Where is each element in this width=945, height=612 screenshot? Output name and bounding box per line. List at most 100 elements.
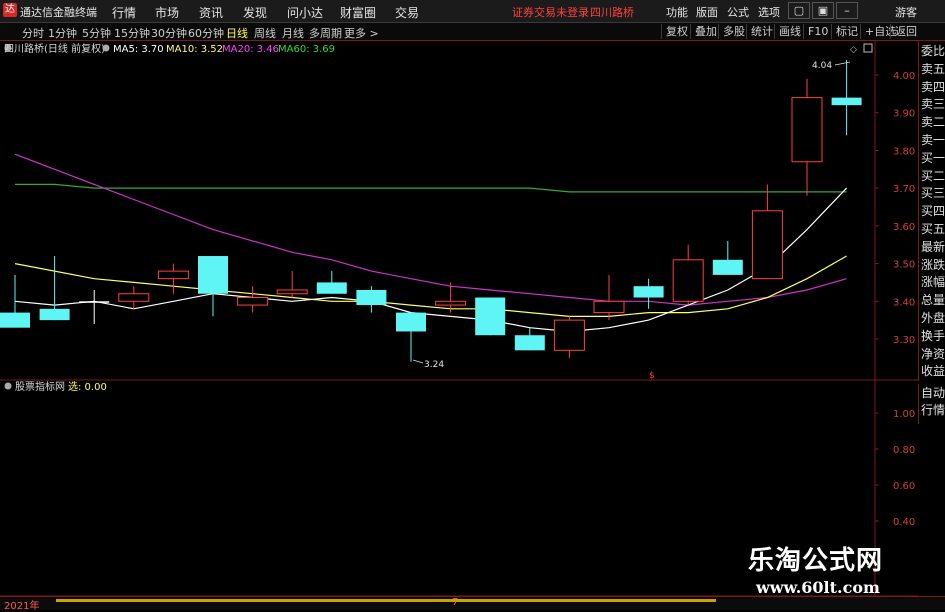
candle-body [593,300,625,314]
candle-body [157,270,189,280]
candle [356,286,387,313]
price-tick-label: 3.80 [893,146,915,157]
menu-formula[interactable]: 公式 [727,4,749,20]
candle-body [237,297,269,306]
menu-market[interactable]: 市场 [155,4,179,21]
period-intraday[interactable]: 分时 [22,25,44,41]
menu-quotes[interactable]: 行情 [112,4,136,21]
candle [633,278,664,309]
menu-functions[interactable]: 功能 [666,4,688,20]
ma-legend: MA5: 3.70 MA10: 3.52 MA20: 3.46 MA60: 3.… [102,44,335,55]
watermark-title: 乐淘公式网 [748,546,884,576]
period-multi[interactable]: 多周期 [309,25,342,41]
candle [475,297,506,336]
period-daily[interactable]: 日线 [226,25,248,41]
menu-news[interactable]: 资讯 [199,4,223,21]
login-status[interactable]: 证券交易未登录 [512,4,589,20]
menu-layout[interactable]: 版面 [696,4,718,20]
menu-ask[interactable]: 问小达 [287,4,323,21]
candle-body [831,97,862,106]
candle-body [0,312,30,328]
candle [593,274,625,321]
low-price-label: 3.24 [424,360,444,370]
period-60min[interactable]: 60分钟 [188,25,224,41]
indicator-axis: 1.00 0.80 0.60 0.40 [875,409,915,528]
kline-chart[interactable]: 四川路桥(日线 前复权) MA5: 3.70 MA10: 3.52 MA20: … [0,41,945,609]
candle-body [514,335,545,351]
menu-discover[interactable]: 发现 [243,4,267,21]
menu-wealth[interactable]: 财富圈 [340,4,376,21]
period-monthly[interactable]: 月线 [282,25,304,41]
price-tick-label: 3.60 [893,222,915,233]
candle-body [791,97,823,163]
year-label: 2021年 [4,601,40,612]
quote-field-label: 卖五 [921,61,945,76]
candle-body [435,300,467,306]
sub-legend-value: 选: 0.00 [68,380,107,393]
app-name: 通达信金融终端 [20,6,97,19]
mark-button[interactable]: 标记 [831,24,858,39]
window-icon[interactable]: ▣ [812,2,834,19]
diamond-icon[interactable]: ◇ [850,45,857,55]
f10-button[interactable]: F10 [803,24,828,39]
period-weekly[interactable]: 周线 [254,25,276,41]
price-tick-label: 3.70 [893,184,915,195]
candle-body [276,289,308,295]
skin-icon[interactable]: ▢ [788,2,810,19]
event-marker-icon[interactable]: $ [649,371,655,381]
period-15min[interactable]: 15分钟 [114,25,150,41]
candle [751,184,783,280]
candles [0,59,862,362]
quote-field-label: 外盘 [921,311,945,325]
period-more[interactable]: 更多 > [344,25,379,41]
candle-body [633,286,664,298]
ma5-line [14,187,848,333]
quote-field-label: 总量 [921,293,945,308]
price-tick-label: 3.90 [893,109,915,120]
candle [672,244,704,306]
candle-body [712,259,743,275]
menu-trade[interactable]: 交易 [395,4,419,21]
minimize-icon[interactable]: – [836,2,858,19]
chart-area[interactable]: 四川路桥(日线 前复权) MA5: 3.70 MA10: 3.52 MA20: … [0,41,945,609]
quote-field-label: 买一 [921,150,945,165]
candle-body [672,259,704,302]
ma60-line [15,183,847,193]
draw-line-button[interactable]: 画线 [774,24,801,39]
candle-body [396,312,426,332]
ma-lines [14,153,848,333]
guest-label[interactable]: 游客 [895,4,917,20]
candle [396,312,426,362]
candle [39,256,70,321]
ma60-label: MA60: 3.69 [278,44,335,55]
sub-legend-toggle-icon[interactable] [4,382,12,390]
quote-field-label: 买二 [921,168,945,183]
period-5min[interactable]: 5分钟 [82,25,111,41]
overlay-button[interactable]: 叠加 [690,24,717,39]
watermark-url: www.60lt.com [756,578,880,597]
back-button[interactable]: 返回 [890,24,917,39]
candle [276,271,308,298]
price-tick-label: 3.50 [893,260,915,271]
period-1min[interactable]: 1分钟 [48,25,77,41]
candle [198,256,228,317]
price-axis: 4.00 3.90 3.80 3.70 3.60 3.50 3.40 3.30 [875,71,915,346]
candle-body [475,297,506,336]
adjust-button[interactable]: 复权 [661,24,688,39]
auto-quote-toggle[interactable]: 自动 [921,385,945,401]
low-pointer [412,359,424,364]
main-legend-title: 四川路桥(日线 前复权) [4,42,105,55]
ma10-label: MA10: 3.52 [166,44,223,55]
maximize-panel-icon[interactable] [863,43,873,53]
auto-quote-toggle[interactable]: 行情 [921,402,945,418]
quote-field-label: 卖二 [921,115,945,130]
ma-settings-icon[interactable] [102,44,110,52]
candle [118,286,150,309]
candle [712,240,743,275]
multi-stock-button[interactable]: 多股 [718,24,745,39]
period-30min[interactable]: 30分钟 [151,25,187,41]
price-tick-label: 4.00 [893,71,915,82]
scroll-track[interactable] [56,599,716,602]
stats-button[interactable]: 统计 [746,24,773,39]
menu-options[interactable]: 选项 [758,4,780,20]
